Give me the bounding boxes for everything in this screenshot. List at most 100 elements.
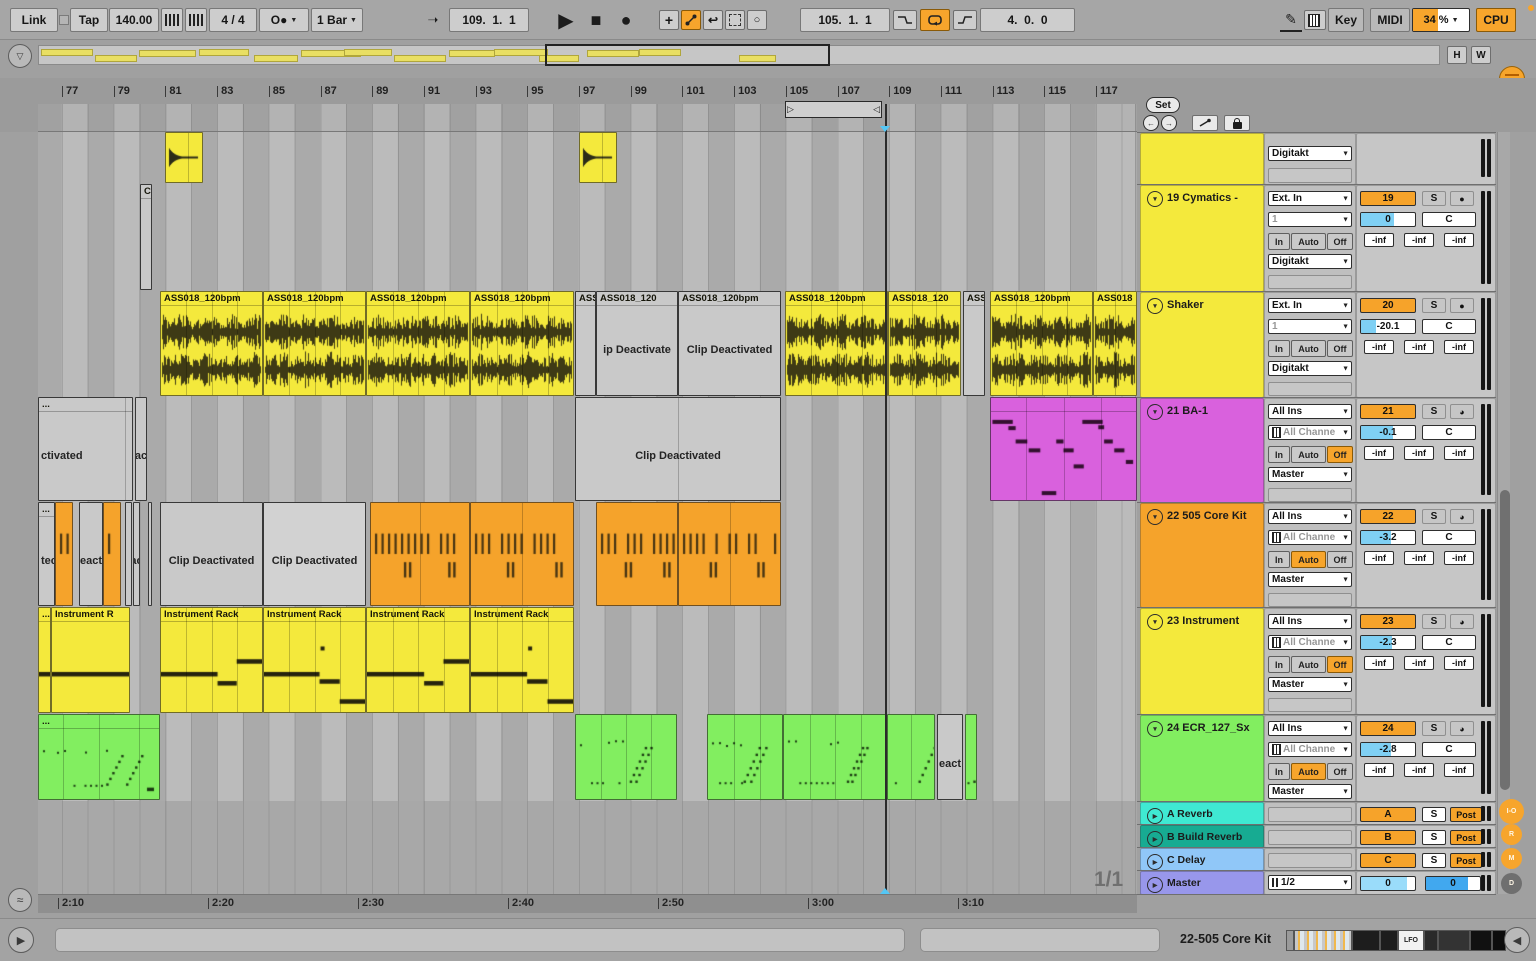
return-lane-C[interactable] xyxy=(38,847,1137,871)
return-letter-box[interactable]: A xyxy=(1360,807,1416,822)
track-lane-23 Instrument[interactable]: ... Instrument R Instrument Rack Instrument… xyxy=(38,607,1137,715)
return-name-block[interactable]: ▶ A Reverb xyxy=(1140,802,1264,825)
routing-extra-box[interactable] xyxy=(1268,168,1352,183)
show-hide-detail-view-button[interactable]: ◀ xyxy=(1504,927,1530,953)
device-thumb[interactable] xyxy=(1294,930,1352,951)
loop-start-handle[interactable]: ▷ xyxy=(787,104,794,115)
send-b-field[interactable]: -inf xyxy=(1404,446,1434,460)
key-map-button[interactable]: Key xyxy=(1328,8,1364,32)
track-number-box[interactable]: 24 xyxy=(1360,721,1416,736)
hide-width-button[interactable]: W xyxy=(1471,46,1491,64)
loop-button[interactable] xyxy=(920,9,950,31)
track-lane-22 505 Core Kit[interactable]: ... tec eact ac Clip Deactivated Clip Deactiv… xyxy=(38,502,1137,608)
solo-button[interactable]: S xyxy=(1422,721,1446,736)
volume-field[interactable]: 0 xyxy=(1360,212,1416,227)
send-a-field[interactable]: -inf xyxy=(1364,340,1394,354)
link-button[interactable]: Link xyxy=(10,8,58,32)
send-c-field[interactable]: -inf xyxy=(1444,551,1474,565)
clip[interactable]: Clip Deactivated xyxy=(575,397,781,501)
show-hide-overview-button[interactable]: ▽ xyxy=(8,44,32,68)
device-thumb-lfo[interactable]: LFO xyxy=(1398,930,1424,951)
clip[interactable]: ASS xyxy=(963,291,985,396)
clip[interactable] xyxy=(596,502,678,606)
track-name-block[interactable] xyxy=(1140,133,1264,185)
clip[interactable]: ASS018_120bpm xyxy=(160,291,263,396)
pan-field[interactable]: C xyxy=(1422,319,1476,334)
draw-mode-button[interactable]: ✎ xyxy=(1280,8,1302,32)
hide-height-button[interactable]: H xyxy=(1447,46,1467,64)
monitor-in-button[interactable]: In xyxy=(1268,446,1290,463)
monitor-in-button[interactable]: In xyxy=(1268,656,1290,673)
clip[interactable] xyxy=(707,714,783,800)
mixer-toggle-i-o[interactable]: I-O xyxy=(1499,799,1524,824)
send-b-field[interactable]: -inf xyxy=(1404,340,1434,354)
send-a-field[interactable]: -inf xyxy=(1364,763,1394,777)
return-routing-box[interactable] xyxy=(1268,807,1352,822)
clip[interactable] xyxy=(783,714,887,800)
send-c-field[interactable]: -inf xyxy=(1444,233,1474,247)
clip[interactable]: ASS018 xyxy=(1093,291,1137,396)
routing-extra-box[interactable] xyxy=(1268,698,1352,712)
pan-field[interactable]: C xyxy=(1422,425,1476,440)
channel-number-select[interactable]: All Channe ▼ xyxy=(1268,635,1352,650)
volume-field[interactable]: -3.2 xyxy=(1360,530,1416,545)
clip[interactable]: Clip Deactivated xyxy=(160,502,263,606)
volume-field[interactable]: -0.1 xyxy=(1360,425,1416,440)
mixer-toggle-m[interactable]: M xyxy=(1501,848,1522,869)
track-fold-button[interactable]: ▾ xyxy=(1147,404,1163,420)
solo-button[interactable]: S xyxy=(1422,853,1446,868)
clip[interactable]: ASS018_120bpm xyxy=(263,291,366,396)
clip[interactable]: Instrument Rack xyxy=(160,607,263,713)
mixer-toggle-d[interactable]: D xyxy=(1501,872,1522,894)
time-ruler[interactable]: 2:10 2:20 2:30 2:40 2:50 3:00 3:10 xyxy=(38,894,1137,913)
input-routing-select[interactable]: All Ins ▼ xyxy=(1268,721,1352,736)
output-routing-select[interactable]: Digitakt ▼ xyxy=(1268,361,1352,376)
volume-field[interactable]: -20.1 xyxy=(1360,319,1416,334)
scrollbar-thumb[interactable] xyxy=(1499,490,1510,790)
clip[interactable]: Instrument R xyxy=(51,607,130,713)
input-routing-select[interactable]: Ext. In ▼ xyxy=(1268,191,1352,206)
play-icon[interactable]: ▶ xyxy=(1147,877,1163,893)
track-lane-19 Cymatics -[interactable]: Cy xyxy=(38,184,1137,292)
tap-tempo-button[interactable]: Tap xyxy=(70,8,108,32)
send-c-field[interactable]: -inf xyxy=(1444,446,1474,460)
clip[interactable]: eact xyxy=(79,502,103,606)
track-number-box[interactable]: 23 xyxy=(1360,614,1416,629)
channel-number-select[interactable]: All Channe ▼ xyxy=(1268,425,1352,440)
clip[interactable] xyxy=(103,502,121,606)
solo-button[interactable]: S xyxy=(1422,830,1446,845)
clip[interactable]: ... tec xyxy=(38,502,55,606)
clip[interactable]: ASS018_120 xyxy=(888,291,961,396)
master-lane[interactable] xyxy=(38,870,1137,895)
nudge-up-button[interactable] xyxy=(185,8,207,32)
track-name-block[interactable]: ▾ 21 BA-1 xyxy=(1140,398,1264,503)
overdub-button[interactable]: + xyxy=(659,10,679,30)
input-routing-select[interactable]: All Ins ▼ xyxy=(1268,614,1352,629)
monitor-auto-button[interactable]: Auto xyxy=(1291,340,1326,357)
clip[interactable] xyxy=(125,502,132,606)
pan-field[interactable]: C xyxy=(1422,530,1476,545)
output-routing-select[interactable]: Master ▼ xyxy=(1268,677,1352,692)
next-marker-button[interactable]: → xyxy=(1161,115,1177,131)
re-enable-automation-button[interactable]: ↩ xyxy=(703,10,723,30)
loop-end-handle[interactable]: ◁ xyxy=(873,104,880,115)
clip[interactable]: eact xyxy=(937,714,963,800)
clip[interactable]: ASS018_120bpm xyxy=(990,291,1093,396)
routing-extra-box[interactable] xyxy=(1268,382,1352,396)
overview-zoom-window[interactable] xyxy=(545,44,830,66)
clip[interactable]: ASS018_120 ip Deactivate xyxy=(596,291,678,396)
session-record-button[interactable]: ○ xyxy=(747,10,767,30)
track-number-box[interactable]: 19 xyxy=(1360,191,1416,206)
monitor-auto-button[interactable]: Auto xyxy=(1291,656,1326,673)
post-button[interactable]: Post xyxy=(1450,830,1482,845)
return-name-block[interactable]: ▶ B Build Reverb xyxy=(1140,825,1264,848)
time-signature-field[interactable]: 4 / 4 xyxy=(209,8,257,32)
device-thumb[interactable] xyxy=(1438,930,1470,951)
clip[interactable]: ASS018_120bpm xyxy=(785,291,888,396)
post-button[interactable]: Post xyxy=(1450,853,1482,868)
track-lane-24 ECR_127_Sx[interactable]: ... eact xyxy=(38,714,1137,802)
send-c-field[interactable]: -inf xyxy=(1444,340,1474,354)
monitor-off-button[interactable]: Off xyxy=(1327,656,1353,673)
device-thumb[interactable] xyxy=(1380,930,1398,951)
return-letter-box[interactable]: C xyxy=(1360,853,1416,868)
